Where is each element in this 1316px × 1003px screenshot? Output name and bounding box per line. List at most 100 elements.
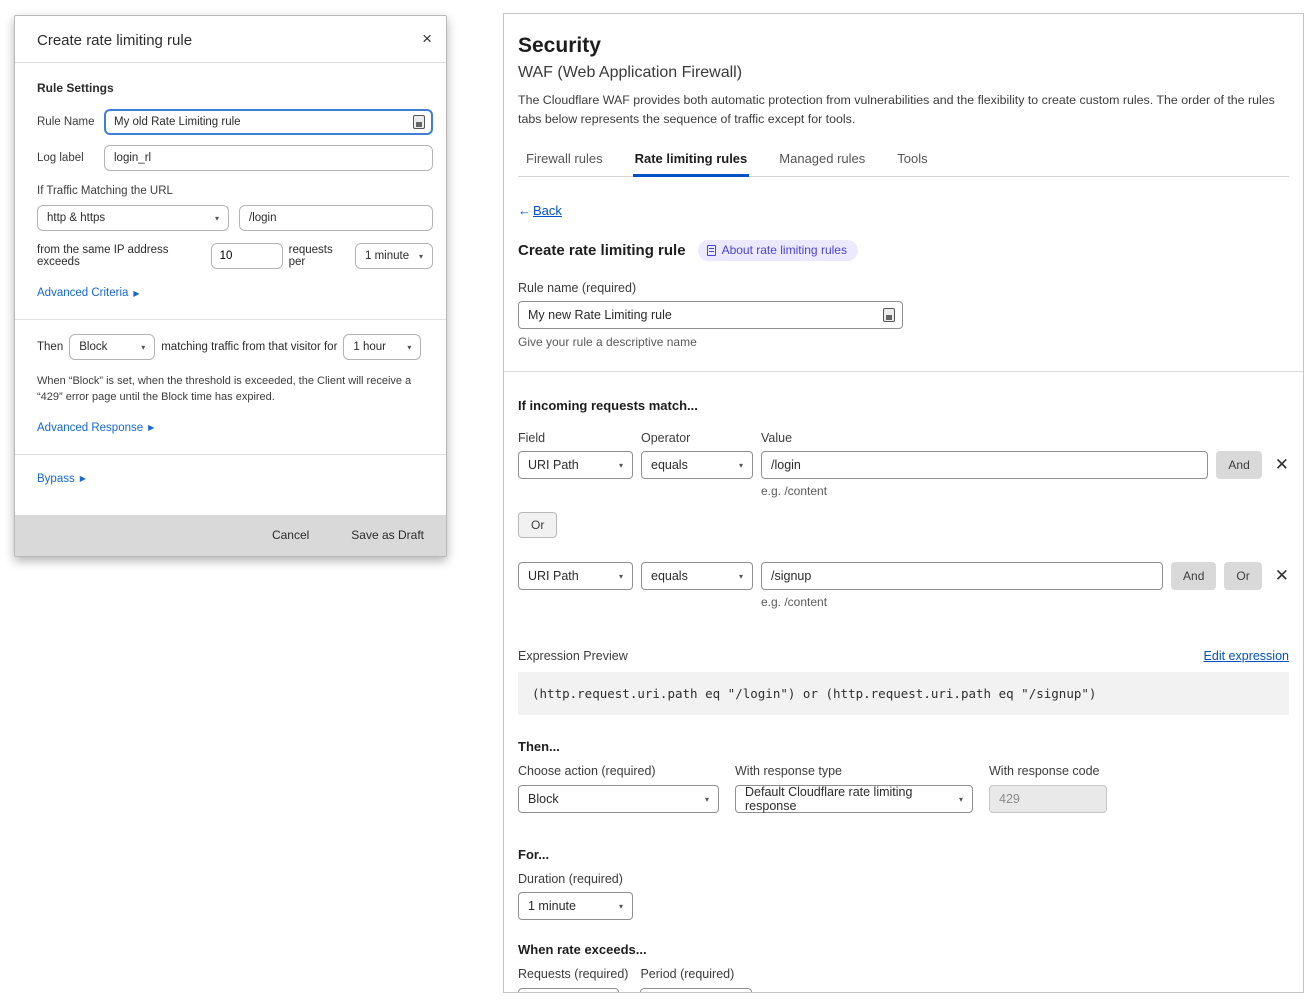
about-rate-limiting-rules-badge[interactable]: About rate limiting rules [698, 240, 858, 261]
bypass-link[interactable]: Bypass ▶ [37, 473, 86, 485]
chevron-down-icon: ▾ [419, 252, 423, 261]
duration-select[interactable]: 1 minute ▾ [518, 892, 633, 920]
period-select[interactable]: 1 minute ▾ [640, 988, 752, 993]
chevron-down-icon: ▾ [739, 461, 743, 470]
divider [15, 319, 446, 320]
chevron-down-icon: ▾ [619, 902, 623, 911]
operator-select[interactable]: equals ▾ [641, 451, 753, 479]
create-rule-heading: Create rate limiting rule [518, 242, 686, 259]
then-section: Then... Choose action (required) Block ▾… [518, 739, 1289, 813]
choose-action-label: Choose action (required) [518, 764, 719, 778]
autofill-icon[interactable] [413, 115, 425, 129]
or-button[interactable]: Or [518, 512, 557, 538]
tab-firewall-rules[interactable]: Firewall rules [524, 145, 605, 177]
advanced-response-link[interactable]: Advanced Response ▶ [37, 422, 154, 434]
action-select[interactable]: Block ▾ [69, 334, 155, 360]
threshold-row: from the same IP address exceeds request… [37, 243, 433, 269]
log-label-input[interactable] [104, 145, 433, 171]
remove-row-icon[interactable]: ✕ [1275, 566, 1289, 586]
tab-managed-rules[interactable]: Managed rules [777, 145, 867, 177]
chevron-down-icon: ▾ [141, 343, 145, 352]
or-button[interactable]: Or [1224, 562, 1261, 590]
and-button[interactable]: And [1171, 562, 1216, 590]
response-type-label: With response type [735, 764, 973, 778]
field-select[interactable]: URI Path ▾ [518, 562, 633, 590]
chevron-down-icon: ▾ [619, 572, 623, 581]
rule-name-input[interactable] [518, 301, 903, 329]
chevron-down-icon: ▾ [407, 343, 411, 352]
tab-tools[interactable]: Tools [895, 145, 929, 177]
remove-row-icon[interactable]: ✕ [1275, 455, 1289, 475]
requests-input[interactable] [518, 988, 619, 993]
block-note: When “Block” is set, when the threshold … [37, 374, 433, 406]
page: Create rate limiting rule × Rule Setting… [0, 0, 1316, 1003]
close-icon[interactable]: × [422, 32, 432, 46]
modal-title: Create rate limiting rule [37, 32, 192, 49]
cancel-button[interactable]: Cancel [272, 528, 309, 542]
url-input[interactable] [239, 205, 433, 231]
then-row: Then Block ▾ matching traffic from that … [37, 334, 433, 360]
modal-body: Rule Settings Rule Name Log label If Tra… [15, 63, 446, 507]
response-code-label: With response code [989, 764, 1107, 778]
rule-name-label: Rule Name [37, 116, 104, 128]
chevron-down-icon: ▾ [705, 795, 709, 804]
rule-name-helper: Give your rule a descriptive name [518, 335, 1289, 349]
triangle-right-icon: ▶ [80, 474, 86, 483]
divider [15, 454, 446, 455]
back-arrow-icon: ← [518, 203, 531, 218]
chevron-down-icon: ▾ [959, 795, 963, 804]
save-as-draft-button[interactable]: Save as Draft [351, 528, 424, 542]
threshold-input[interactable] [211, 243, 283, 269]
expression-preview-label: Expression Preview [518, 649, 628, 663]
threshold-prefix: from the same IP address exceeds [37, 244, 205, 268]
scheme-select[interactable]: http & https ▾ [37, 205, 229, 231]
page-title: Security [518, 34, 1289, 58]
chevron-down-icon: ▾ [619, 461, 623, 470]
response-type-select[interactable]: Default Cloudflare rate limiting respons… [735, 785, 973, 813]
then-label: Then [37, 341, 63, 353]
value-label: Value [761, 431, 792, 445]
waf-description: The Cloudflare WAF provides both automat… [518, 91, 1292, 128]
advanced-criteria-link[interactable]: Advanced Criteria ▶ [37, 287, 140, 299]
duration-select[interactable]: 1 hour ▾ [343, 334, 421, 360]
triangle-right-icon: ▶ [133, 289, 139, 298]
rule-name-row: Rule Name [37, 109, 433, 135]
match-row-2: URI Path ▾ equals ▾ And Or ✕ [518, 562, 1289, 590]
action-select[interactable]: Block ▾ [518, 785, 719, 813]
value-helper: e.g. /content [761, 595, 1289, 609]
triangle-right-icon: ▶ [148, 423, 154, 432]
operator-label: Operator [641, 431, 753, 445]
match-row-1: URI Path ▾ equals ▾ And ✕ [518, 451, 1289, 479]
then-heading: Then... [518, 739, 1289, 754]
for-section: For... Duration (required) 1 minute ▾ [518, 847, 1289, 920]
divider [504, 371, 1303, 372]
operator-select[interactable]: equals ▾ [641, 562, 753, 590]
value-input[interactable] [761, 451, 1208, 479]
field-select[interactable]: URI Path ▾ [518, 451, 633, 479]
create-rate-limiting-rule-modal: Create rate limiting rule × Rule Setting… [14, 15, 447, 557]
value-helper: e.g. /content [761, 484, 1289, 498]
rules-tab-bar: Firewall rules Rate limiting rules Manag… [518, 145, 1289, 177]
expression-code: (http.request.uri.path eq "/login") or (… [518, 672, 1289, 715]
tab-rate-limiting-rules[interactable]: Rate limiting rules [633, 145, 750, 177]
page-subtitle: WAF (Web Application Firewall) [518, 64, 1289, 82]
create-rule-heading-row: Create rate limiting rule About rate lim… [518, 240, 1289, 261]
scheme-url-row: http & https ▾ [37, 205, 433, 231]
autofill-icon[interactable] [883, 308, 895, 322]
rate-section: When rate exceeds... Requests (required)… [518, 942, 1289, 993]
requests-label: Requests (required) [518, 967, 628, 981]
period-select[interactable]: 1 minute ▾ [355, 243, 433, 269]
for-heading: For... [518, 847, 1289, 862]
rule-name-input[interactable] [104, 109, 433, 135]
and-button[interactable]: And [1216, 451, 1261, 479]
response-code-input [989, 785, 1107, 813]
rule-name-label: Rule name (required) [518, 281, 1289, 295]
period-label: Period (required) [640, 967, 752, 981]
threshold-middle: requests per [289, 244, 349, 268]
security-waf-panel: Security WAF (Web Application Firewall) … [503, 13, 1304, 993]
edit-expression-link[interactable]: Edit expression [1204, 649, 1289, 663]
back-link[interactable]: ← Back [518, 203, 562, 218]
value-input[interactable] [761, 562, 1163, 590]
traffic-match-label: If Traffic Matching the URL [37, 185, 433, 197]
chevron-down-icon: ▾ [739, 572, 743, 581]
